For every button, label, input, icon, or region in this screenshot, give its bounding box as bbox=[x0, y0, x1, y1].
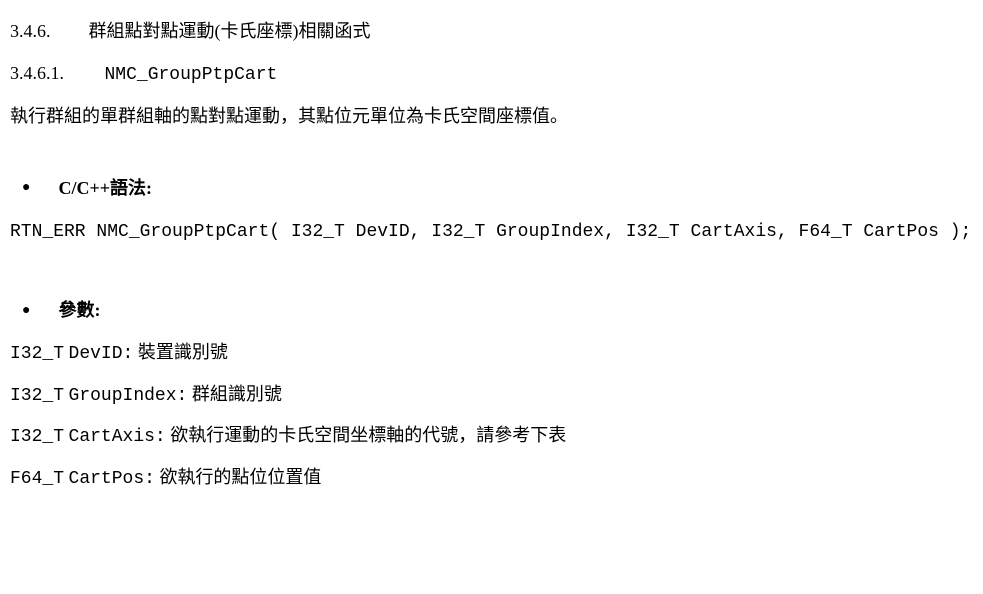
param-item: I32_T CartAxis: 欲執行運動的卡氏空間坐標軸的代號，請參考下表 bbox=[10, 416, 973, 458]
param-item: I32_T DevID: 裝置識別號 bbox=[10, 333, 973, 375]
subsection-number: 3.4.6.1. bbox=[10, 54, 100, 94]
subsection-heading: 3.4.6.1. NMC_GroupPtpCart bbox=[10, 54, 973, 96]
syntax-code: RTN_ERR NMC_GroupPtpCart( I32_T DevID, I… bbox=[10, 210, 973, 255]
param-type: I32_T bbox=[10, 427, 64, 447]
subsection-title: NMC_GroupPtpCart bbox=[105, 65, 278, 85]
section-number: 3.4.6. bbox=[10, 12, 84, 52]
param-name: CartAxis: bbox=[69, 427, 166, 447]
param-name: GroupIndex: bbox=[69, 386, 188, 406]
param-type: I32_T bbox=[10, 344, 64, 364]
param-type: F64_T bbox=[10, 469, 64, 489]
syntax-label: C/C++語法: bbox=[58, 169, 152, 209]
bullet-icon: ● bbox=[22, 173, 30, 204]
param-type: I32_T bbox=[10, 386, 64, 406]
syntax-heading: ● C/C++語法: bbox=[10, 169, 973, 209]
param-desc: 欲執行的點位位置值 bbox=[159, 467, 321, 487]
params-label: 參數: bbox=[58, 291, 100, 331]
section-heading: 3.4.6. 群組點對點運動(卡氏座標)相關函式 bbox=[10, 12, 973, 52]
param-item: I32_T GroupIndex: 群組識別號 bbox=[10, 375, 973, 417]
param-name: DevID: bbox=[69, 344, 134, 364]
function-description: 執行群組的單群組軸的點對點運動，其點位元單位為卡氏空間座標值。 bbox=[10, 97, 973, 137]
param-desc: 群組識別號 bbox=[192, 384, 282, 404]
params-heading: ● 參數: bbox=[10, 291, 973, 331]
param-desc: 欲執行運動的卡氏空間坐標軸的代號，請參考下表 bbox=[170, 425, 566, 445]
section-title: 群組點對點運動(卡氏座標)相關函式 bbox=[89, 21, 371, 41]
param-desc: 裝置識別號 bbox=[138, 342, 228, 362]
bullet-icon: ● bbox=[22, 296, 30, 327]
param-name: CartPos: bbox=[69, 469, 155, 489]
param-item: F64_T CartPos: 欲執行的點位位置值 bbox=[10, 458, 973, 500]
